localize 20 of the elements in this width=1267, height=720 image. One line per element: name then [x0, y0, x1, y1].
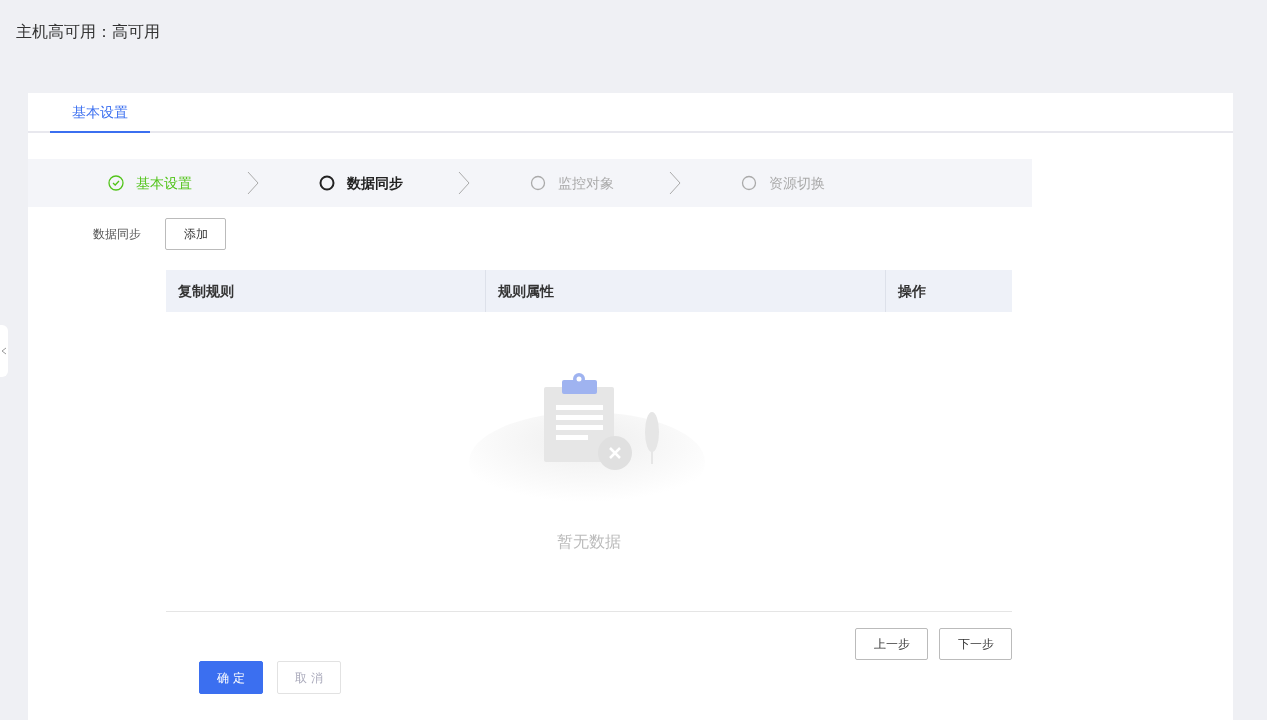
step-label: 数据同步: [347, 173, 403, 193]
step-label: 资源切换: [769, 173, 825, 193]
confirm-button[interactable]: 确 定: [199, 661, 263, 694]
step-label: 基本设置: [136, 173, 192, 193]
step-button[interactable]: 上一步: [855, 628, 928, 660]
chevron-right-icon: [458, 171, 470, 195]
column-header: 规则属性: [485, 270, 885, 312]
chevron-right-icon: [247, 171, 259, 195]
chevron-left-icon: [1, 347, 7, 355]
page-title: 主机高可用：高可用: [16, 21, 160, 43]
tab[interactable]: 基本设置: [50, 93, 150, 133]
step-button[interactable]: 下一步: [939, 628, 1012, 660]
column-header: 操作: [885, 270, 1012, 312]
step-label: 监控对象: [558, 173, 614, 193]
collapse-handle[interactable]: [0, 325, 8, 377]
add-button[interactable]: 添加: [165, 218, 226, 250]
chevron-right-icon: [669, 171, 681, 195]
field-label: 数据同步: [93, 226, 142, 243]
column-header: 复制规则: [177, 281, 235, 301]
empty-text: 暂无数据: [557, 531, 621, 553]
